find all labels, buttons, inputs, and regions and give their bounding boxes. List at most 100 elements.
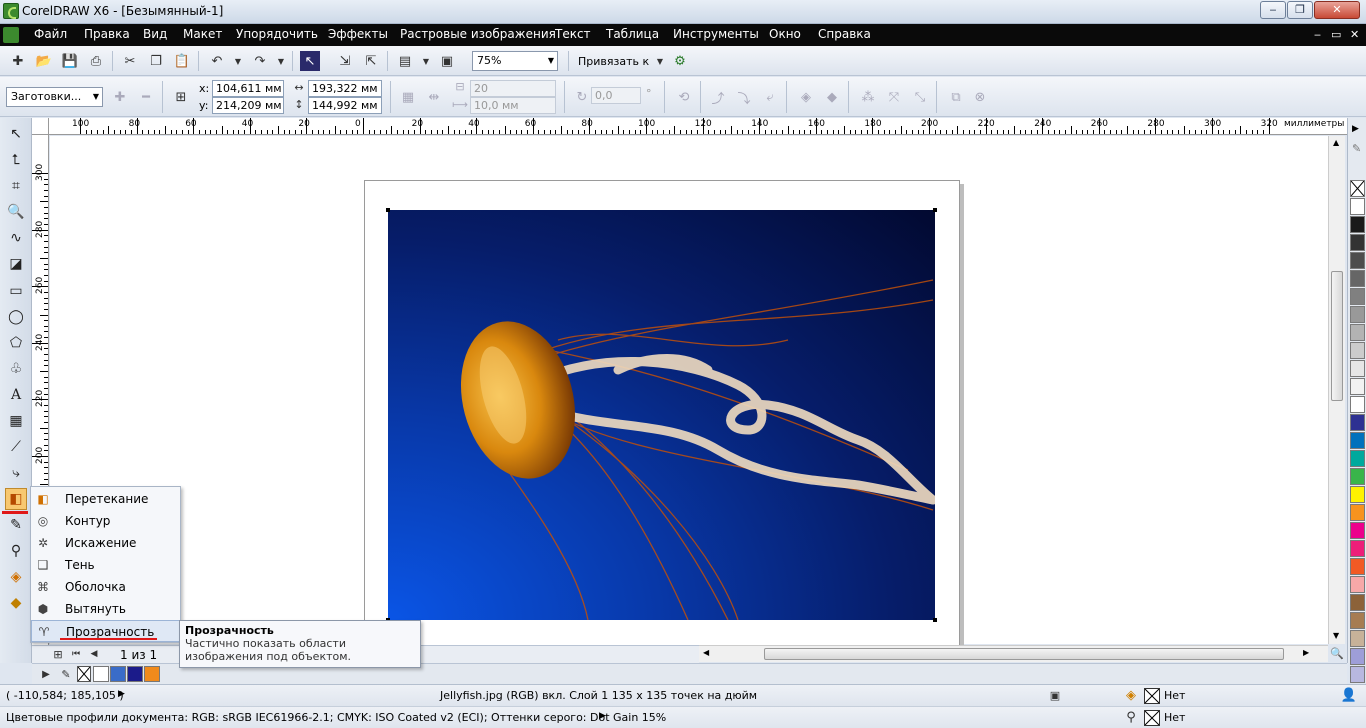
eyedropper-tool-icon[interactable]: ✎ xyxy=(5,514,27,536)
ruler-origin-corner[interactable] xyxy=(32,118,49,135)
clear-blend-icon[interactable]: ⊗ xyxy=(970,87,990,107)
vertical-scroll-thumb[interactable] xyxy=(1331,271,1343,401)
doc-minimize-button[interactable]: ‒ xyxy=(1314,28,1321,41)
shape-tool-icon[interactable]: ⮤ xyxy=(5,149,27,171)
blend-tool-icon[interactable]: ◧ xyxy=(5,488,27,510)
document-palette-menu-icon[interactable]: ▶ xyxy=(38,665,54,683)
table-tool-icon[interactable]: ▦ xyxy=(5,410,27,432)
no-color-swatch[interactable] xyxy=(1350,180,1365,197)
copy-blend-icon[interactable]: ⧉ xyxy=(946,87,966,107)
palette-swatch[interactable] xyxy=(1350,576,1365,593)
palette-swatch[interactable] xyxy=(1350,198,1365,215)
height-field[interactable]: 144,992 мм xyxy=(308,97,382,114)
width-field[interactable]: 193,322 мм xyxy=(308,80,382,97)
polygon-tool-icon[interactable]: ⬠ xyxy=(5,332,27,354)
flyout-item-envelope[interactable]: ⌘ Оболочка xyxy=(31,576,180,598)
zoom-tool-icon[interactable]: 🔍 xyxy=(5,201,27,223)
more-blend-options-icon[interactable]: ⁂ xyxy=(858,87,878,107)
menu-edit[interactable]: Правка xyxy=(84,27,130,41)
document-palette-swatch[interactable] xyxy=(127,666,143,682)
publish-pdf-icon[interactable]: ▤ xyxy=(395,51,415,71)
menu-help[interactable]: Справка xyxy=(818,27,871,41)
palette-swatch[interactable] xyxy=(1350,558,1365,575)
palette-eyedropper-icon[interactable]: ✎ xyxy=(1352,142,1361,155)
cut-icon[interactable]: ✂ xyxy=(120,51,140,71)
user-icon[interactable]: 👤 xyxy=(1340,686,1358,704)
flyout-item-blend[interactable]: ◧ Перетекание xyxy=(31,488,180,510)
minimize-button[interactable]: ‒ xyxy=(1260,1,1286,19)
blend-angle-field[interactable]: 0,0 xyxy=(591,87,641,104)
horizontal-scroll-thumb[interactable] xyxy=(764,648,1284,660)
snap-to-dropdown-icon[interactable]: ▼ xyxy=(650,51,670,71)
selection-handle[interactable] xyxy=(933,208,937,212)
app-menu-icon[interactable] xyxy=(3,27,19,43)
palette-swatch[interactable] xyxy=(1350,360,1365,377)
first-page-icon[interactable]: ⏮ xyxy=(69,645,83,663)
blend-spacing-field[interactable]: 10,0 мм xyxy=(470,97,556,114)
fill-swatch[interactable] xyxy=(1144,688,1160,704)
menu-layout[interactable]: Макет xyxy=(183,27,222,41)
zoom-level-select[interactable]: 75% ▼ xyxy=(472,51,558,71)
blend-steps-field[interactable]: 20 xyxy=(470,80,556,97)
scroll-left-icon[interactable]: ◀ xyxy=(703,648,709,657)
steps-icon[interactable]: ⇹ xyxy=(424,87,444,107)
color-profiles-info[interactable]: Цветовые профили документа: RGB: sRGB IE… xyxy=(6,711,666,724)
ellipse-tool-icon[interactable]: ◯ xyxy=(5,306,27,328)
palette-swatch[interactable] xyxy=(1350,252,1365,269)
palette-swatch[interactable] xyxy=(1350,234,1365,251)
lock-ratio-icon[interactable]: ▦ xyxy=(398,87,418,107)
blend-direction-icon[interactable]: ↻ xyxy=(572,87,592,107)
palette-swatch[interactable] xyxy=(1350,522,1365,539)
search-content-icon[interactable]: ↖ xyxy=(300,51,320,71)
export-icon[interactable]: ⇱ xyxy=(361,51,381,71)
outline-swatch[interactable] xyxy=(1144,710,1160,726)
x-position-field[interactable]: 104,611 мм xyxy=(212,80,284,97)
menu-effects[interactable]: Эффекты xyxy=(328,27,388,41)
palette-swatch[interactable] xyxy=(1350,342,1365,359)
object-details-icon[interactable]: ▣ xyxy=(1046,686,1064,704)
palette-swatch[interactable] xyxy=(1350,540,1365,557)
presets-select[interactable]: Заготовки... ▼ xyxy=(6,87,103,107)
vertical-scrollbar[interactable]: ▲ ▼ xyxy=(1328,136,1345,644)
accelerate-sizes-icon[interactable]: ◆ xyxy=(822,87,842,107)
y-position-field[interactable]: 214,209 мм xyxy=(212,97,284,114)
snap-to-label[interactable]: Привязать к xyxy=(578,55,649,68)
object-origin-icon[interactable]: ⊞ xyxy=(171,87,191,107)
redo-dropdown-icon[interactable]: ▼ xyxy=(271,51,291,71)
previous-page-icon[interactable]: ◀ xyxy=(87,645,101,663)
palette-swatch[interactable] xyxy=(1350,270,1365,287)
palette-swatch[interactable] xyxy=(1350,468,1365,485)
selection-handle[interactable] xyxy=(933,618,937,622)
paste-icon[interactable]: 📋 xyxy=(172,51,192,71)
palette-swatch[interactable] xyxy=(1350,630,1365,647)
menu-text[interactable]: Текст xyxy=(555,27,591,41)
direct-blend-icon[interactable]: ⤴ xyxy=(708,87,728,107)
launcher-dropdown-icon[interactable]: ▼ xyxy=(416,51,436,71)
options-icon[interactable]: ⚙ xyxy=(670,51,690,71)
add-page-icon[interactable]: ⊞ xyxy=(50,645,66,663)
start-end-properties-icon[interactable]: ⤧ xyxy=(884,87,904,107)
undo-dropdown-icon[interactable]: ▼ xyxy=(228,51,248,71)
fill-tool-icon[interactable]: ◈ xyxy=(5,566,27,588)
doc-restore-button[interactable]: ▭ xyxy=(1331,28,1341,41)
menu-view[interactable]: Вид xyxy=(143,27,167,41)
text-tool-icon[interactable]: A xyxy=(5,384,27,406)
document-palette-swatch[interactable] xyxy=(144,666,160,682)
coordinates-menu-icon[interactable]: ▶ xyxy=(118,689,125,699)
save-icon[interactable]: 💾 xyxy=(60,51,80,71)
freehand-tool-icon[interactable]: ∿ xyxy=(5,227,27,249)
dimension-tool-icon[interactable]: ⟋ xyxy=(5,436,27,458)
rectangle-tool-icon[interactable]: ▭ xyxy=(5,280,27,302)
remove-preset-icon[interactable]: ━ xyxy=(136,87,156,107)
menu-window[interactable]: Окно xyxy=(769,27,801,41)
menu-arrange[interactable]: Упорядочить xyxy=(236,27,318,41)
basic-shapes-tool-icon[interactable]: ♧ xyxy=(5,358,27,380)
palette-swatch[interactable] xyxy=(1350,432,1365,449)
palette-swatch[interactable] xyxy=(1350,486,1365,503)
palette-scroll-up-icon[interactable]: ▶ xyxy=(1352,124,1359,134)
maximize-button[interactable]: ❐ xyxy=(1287,1,1313,19)
scroll-down-icon[interactable]: ▼ xyxy=(1333,631,1339,640)
undo-icon[interactable]: ↶ xyxy=(207,51,227,71)
jellyfish-image[interactable] xyxy=(388,210,935,620)
welcome-screen-icon[interactable]: ▣ xyxy=(437,51,457,71)
